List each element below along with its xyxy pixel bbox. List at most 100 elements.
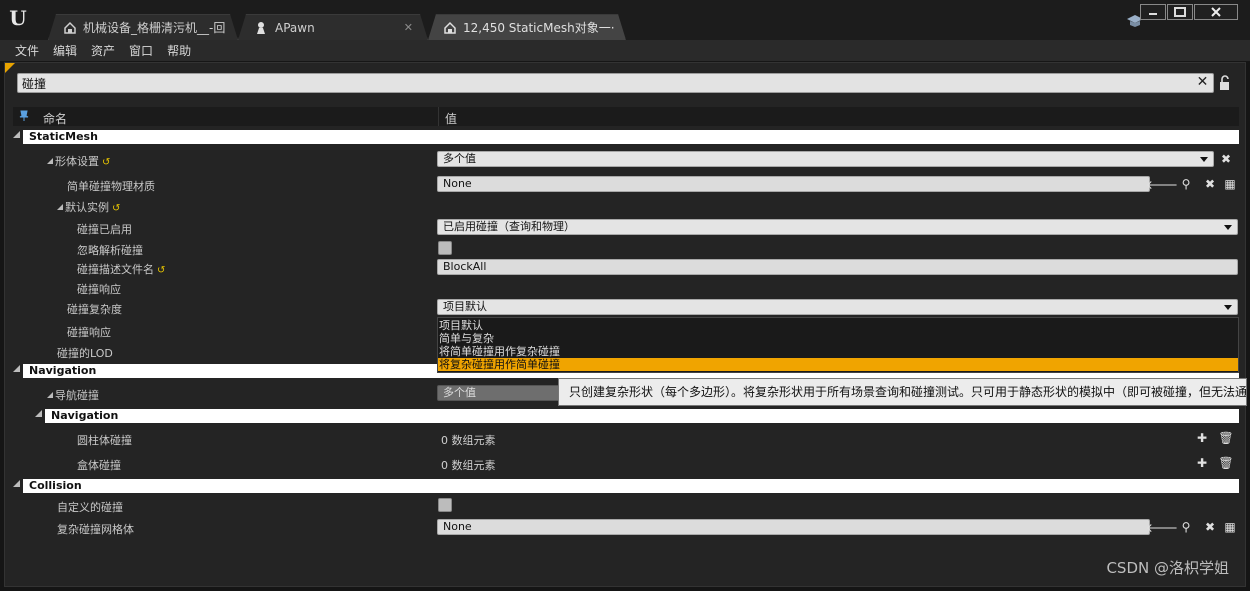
collision-enabled-combo[interactable]: 已启用碰撞（查询和物理） bbox=[437, 219, 1238, 235]
tab-blueprint[interactable]: 机械设备_格栅清污机__-回 ✕ bbox=[48, 14, 238, 40]
blueprint-icon bbox=[63, 20, 77, 36]
menu-edit[interactable]: 编辑 bbox=[46, 40, 84, 62]
dropdown-option[interactable]: 将简单碰撞用作复杂碰撞 bbox=[438, 345, 1238, 358]
use-selected-arrow-icon[interactable]: 🡐 bbox=[1146, 177, 1178, 192]
ignore-analytic-checkbox[interactable] bbox=[438, 241, 452, 255]
lock-icon[interactable] bbox=[1219, 75, 1233, 91]
grid-picker-icon[interactable]: ▦ bbox=[1223, 520, 1237, 534]
expand-arrow-icon[interactable] bbox=[13, 131, 20, 138]
cylinder-collision-value: 0 数组元素 bbox=[441, 434, 496, 447]
chevron-down-icon bbox=[1224, 225, 1232, 230]
combo-value: 多个值 bbox=[443, 152, 476, 165]
row-collision-response2-label: 碰撞响应 bbox=[67, 326, 111, 339]
search-input[interactable] bbox=[22, 75, 1182, 91]
tab-staticmesh[interactable]: 12,450 StaticMesh对象一· ✕ bbox=[428, 14, 626, 40]
simple-phys-material-field[interactable]: None bbox=[437, 176, 1150, 192]
tab-apawn[interactable]: APawn ✕ bbox=[238, 14, 428, 40]
chevron-down-icon bbox=[1200, 157, 1208, 162]
title-bar: U 机械设备_格栅清污机__-回 ✕ APawn ✕ 12,450 Static… bbox=[0, 0, 1250, 40]
tab-label: 机械设备_格栅清污机__-回 bbox=[83, 21, 226, 35]
expand-arrow-icon[interactable] bbox=[13, 365, 20, 372]
trash-icon[interactable]: 🗑 bbox=[1218, 456, 1233, 470]
row-label: 形体设置 bbox=[55, 155, 99, 168]
custom-collision-checkbox[interactable] bbox=[438, 498, 452, 512]
close-icon[interactable]: ✕ bbox=[625, 21, 626, 34]
complex-collision-mesh-field[interactable]: None bbox=[437, 519, 1150, 535]
maximize-button[interactable] bbox=[1167, 4, 1193, 20]
close-icon[interactable]: ✕ bbox=[404, 21, 413, 34]
category-staticmesh[interactable]: StaticMesh bbox=[23, 130, 1239, 144]
trash-icon[interactable]: 🗑 bbox=[1218, 431, 1233, 445]
row-ignore-analytic-label: 忽略解析碰撞 bbox=[77, 244, 143, 257]
row-custom-collision-label: 自定义的碰撞 bbox=[57, 501, 123, 514]
menu-bar: 文件 编辑 资产 窗口 帮助 bbox=[0, 40, 1250, 62]
watermark: CSDN @洛枳学姐 bbox=[1106, 559, 1229, 577]
minimize-icon bbox=[1149, 13, 1157, 15]
menu-file[interactable]: 文件 bbox=[8, 40, 46, 62]
row-lod-for-collision-label: 碰撞的LOD bbox=[57, 347, 113, 360]
minimize-button[interactable] bbox=[1140, 4, 1166, 20]
body-setup-combo[interactable]: 多个值 bbox=[437, 151, 1214, 167]
expand-arrow-icon[interactable] bbox=[47, 392, 53, 398]
combo-value: 多个值 bbox=[443, 386, 476, 399]
menu-window[interactable]: 窗口 bbox=[122, 40, 160, 62]
tab-label: 12,450 StaticMesh对象一· bbox=[463, 21, 615, 35]
row-simple-phys-material-label: 简单碰撞物理材质 bbox=[67, 180, 155, 193]
close-window-button[interactable] bbox=[1194, 4, 1238, 20]
combo-value: 项目默认 bbox=[443, 300, 487, 313]
expand-arrow-icon[interactable] bbox=[47, 158, 53, 164]
row-complex-collision-mesh-label: 复杂碰撞网格体 bbox=[57, 523, 134, 536]
menu-asset[interactable]: 资产 bbox=[84, 40, 122, 62]
pin-icon[interactable] bbox=[18, 110, 30, 122]
expand-arrow-icon[interactable] bbox=[57, 204, 63, 210]
pawn-icon bbox=[253, 20, 269, 36]
maximize-icon bbox=[1174, 7, 1186, 17]
collision-profile-field[interactable]: BlockAll bbox=[437, 259, 1238, 275]
reset-to-default-icon[interactable]: ↺ bbox=[112, 203, 120, 214]
close-icon bbox=[1211, 7, 1221, 17]
use-selected-arrow-icon[interactable]: 🡐 bbox=[1146, 520, 1178, 535]
combo-value: 已启用碰撞（查询和物理） bbox=[443, 220, 575, 233]
collision-complexity-dropdown: 项目默认 简单与复杂 将简单碰撞用作复杂碰撞 将复杂碰撞用作简单碰撞 bbox=[437, 317, 1239, 373]
column-divider[interactable] bbox=[438, 107, 439, 126]
dropdown-option[interactable]: 简单与复杂 bbox=[438, 332, 1238, 345]
dropdown-option-selected[interactable]: 将复杂碰撞用作简单碰撞 bbox=[438, 358, 1238, 371]
unreal-logo-icon[interactable]: U bbox=[6, 6, 30, 30]
add-element-icon[interactable]: ✚ bbox=[1195, 456, 1209, 470]
dropdown-option[interactable]: 项目默认 bbox=[438, 319, 1238, 332]
clear-icon[interactable]: ✖ bbox=[1219, 152, 1233, 166]
clear-icon[interactable]: ✖ bbox=[1203, 177, 1217, 191]
browse-search-icon[interactable]: ⚲ bbox=[1179, 177, 1193, 191]
expand-arrow-icon[interactable] bbox=[13, 480, 20, 487]
category-navigation-sub[interactable]: Navigation bbox=[45, 409, 1239, 423]
row-label: 碰撞描述文件名 bbox=[77, 263, 154, 276]
reset-to-default-icon[interactable]: ↺ bbox=[157, 265, 165, 276]
row-collision-complexity-label: 碰撞复杂度 bbox=[67, 303, 122, 316]
row-label: 导航碰撞 bbox=[55, 389, 99, 402]
browse-search-icon[interactable]: ⚲ bbox=[1179, 520, 1193, 534]
reset-to-default-icon[interactable]: ↺ bbox=[102, 157, 110, 168]
row-collision-profile: 碰撞描述文件名 ↺ bbox=[77, 261, 165, 277]
box-collision-value: 0 数组元素 bbox=[441, 459, 496, 472]
search-box: ✕ bbox=[17, 73, 1214, 93]
row-default-instance[interactable]: 默认实例 ↺ bbox=[57, 199, 120, 215]
collision-complexity-combo[interactable]: 项目默认 bbox=[437, 299, 1238, 315]
add-element-icon[interactable]: ✚ bbox=[1195, 431, 1209, 445]
row-body-setup[interactable]: 形体设置 ↺ bbox=[47, 153, 110, 169]
property-header-row: 命名 值 bbox=[13, 107, 1239, 126]
clear-search-icon[interactable]: ✕ bbox=[1195, 75, 1210, 90]
row-nav-collision[interactable]: 导航碰撞 bbox=[47, 387, 99, 403]
expand-arrow-icon[interactable] bbox=[35, 410, 42, 417]
close-icon[interactable]: ✕ bbox=[235, 21, 238, 34]
menu-help[interactable]: 帮助 bbox=[160, 40, 198, 62]
category-collision[interactable]: Collision bbox=[23, 479, 1239, 493]
row-collision-response-label: 碰撞响应 bbox=[77, 283, 121, 296]
row-box-collision-label: 盒体碰撞 bbox=[77, 459, 121, 472]
grid-picker-icon[interactable]: ▦ bbox=[1223, 177, 1237, 191]
option-tooltip: 只创建复杂形状（每个多边形）。将复杂形状用于所有场景查询和碰撞测试。只可用于静态… bbox=[558, 378, 1247, 406]
clear-icon[interactable]: ✖ bbox=[1203, 520, 1217, 534]
column-value-header: 值 bbox=[445, 112, 458, 126]
blueprint-icon bbox=[443, 20, 457, 36]
panel-corner-marker bbox=[5, 63, 15, 73]
row-label: 默认实例 bbox=[65, 201, 109, 214]
